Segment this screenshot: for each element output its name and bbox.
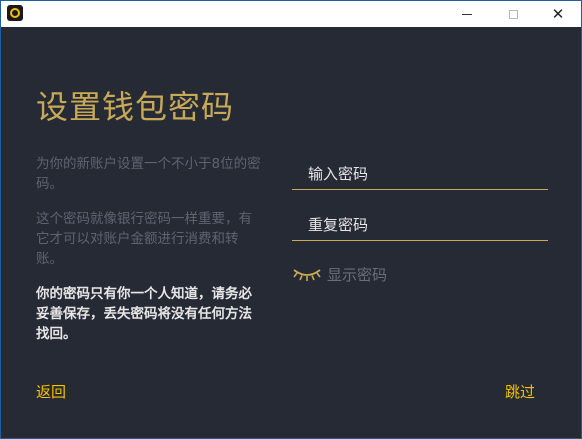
skip-button[interactable]: 跳过 bbox=[505, 381, 535, 402]
maximize-icon bbox=[508, 9, 518, 19]
confirm-password-field bbox=[292, 211, 548, 241]
title-bar: ✕ bbox=[1, 1, 581, 27]
importance-text: 这个密码就像银行密码一样重要，有它才可以对账户金额进行消费和转账。 bbox=[36, 211, 252, 267]
close-icon: ✕ bbox=[551, 5, 565, 23]
intro-text: 为你的新账户设置一个不小于8位的密码。 bbox=[36, 156, 261, 192]
minimize-icon bbox=[462, 13, 472, 15]
minimize-button[interactable] bbox=[444, 1, 490, 27]
closed-eye-icon bbox=[293, 269, 321, 281]
close-button[interactable]: ✕ bbox=[535, 1, 581, 27]
confirm-password-input[interactable] bbox=[292, 211, 548, 239]
page-title: 设置钱包密码 bbox=[36, 88, 235, 126]
show-password-label: 显示密码 bbox=[327, 265, 388, 284]
app-logo-icon bbox=[7, 5, 23, 21]
maximize-button[interactable] bbox=[490, 1, 536, 27]
password-input[interactable] bbox=[292, 160, 548, 188]
password-field bbox=[292, 160, 548, 190]
back-button[interactable]: 返回 bbox=[36, 381, 66, 402]
warning-text: 你的密码只有你一个人知道，请务必妥善保存，丢失密码将没有任何方法找回。 bbox=[36, 286, 252, 342]
show-password-toggle[interactable]: 显示密码 bbox=[292, 263, 387, 285]
app-window: ✕ 设置钱包密码 为你的新账户设置一个不小于8位的密码。 这个密码就像银行密码一… bbox=[0, 0, 582, 439]
